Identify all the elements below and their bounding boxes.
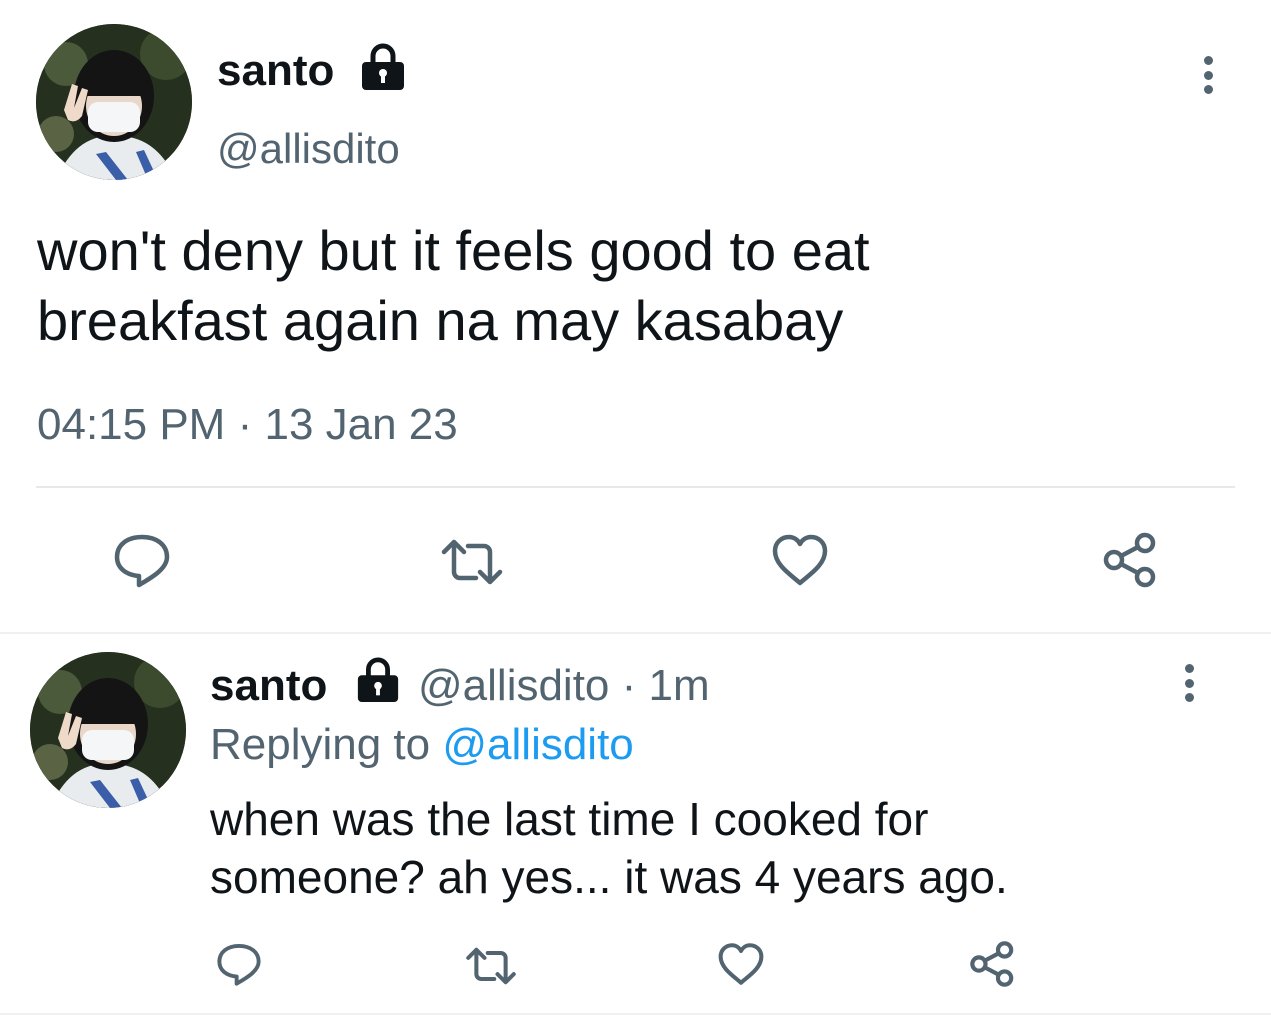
- tweet-text-line: when was the last time I cooked for: [210, 793, 929, 845]
- more-options-icon[interactable]: [1201, 56, 1215, 94]
- reply-meta: @allisdito · 1m: [418, 660, 710, 712]
- reply-icon[interactable]: [113, 532, 171, 588]
- divider: [36, 486, 1235, 488]
- separator: ·: [237, 400, 253, 449]
- reply-icon[interactable]: [216, 942, 262, 986]
- time: 04:15 PM: [37, 400, 226, 449]
- tweet-text-line: won't deny but it feels good to eat: [37, 219, 870, 282]
- retweet-icon[interactable]: [465, 946, 517, 986]
- like-icon[interactable]: [717, 942, 765, 986]
- display-name[interactable]: santo: [217, 46, 334, 96]
- separator: ·: [621, 661, 637, 710]
- tweet-separator: [0, 632, 1271, 634]
- tweet-text: won't deny but it feels good to eat brea…: [37, 216, 870, 356]
- retweet-icon[interactable]: [440, 538, 504, 586]
- tweet-text-line: someone? ah yes... it was 4 years ago.: [210, 851, 1008, 903]
- replying-prefix: Replying to: [210, 720, 431, 769]
- replying-to: Replying to @allisdito: [210, 719, 634, 771]
- age: 1m: [648, 661, 710, 710]
- date: 13 Jan 23: [264, 400, 458, 449]
- handle[interactable]: @allisdito: [217, 125, 400, 173]
- handle[interactable]: @allisdito: [418, 661, 609, 710]
- reply-header: santo: [210, 660, 327, 712]
- lock-icon: [359, 42, 407, 92]
- timestamp[interactable]: 04:15 PM · 13 Jan 23: [37, 399, 458, 451]
- share-icon[interactable]: [1101, 531, 1161, 589]
- more-options-icon[interactable]: [1182, 664, 1196, 702]
- lock-icon: [355, 656, 401, 704]
- replying-handle-link[interactable]: @allisdito: [442, 720, 633, 769]
- avatar[interactable]: [36, 24, 192, 180]
- tweet-text-line: breakfast again na may kasabay: [37, 289, 844, 352]
- tweet-separator: [0, 1013, 1271, 1015]
- like-icon[interactable]: [771, 533, 829, 587]
- tweet-text: when was the last time I cooked for some…: [210, 790, 1008, 906]
- share-icon[interactable]: [968, 940, 1018, 988]
- avatar[interactable]: [30, 652, 186, 808]
- display-name[interactable]: santo: [210, 661, 327, 710]
